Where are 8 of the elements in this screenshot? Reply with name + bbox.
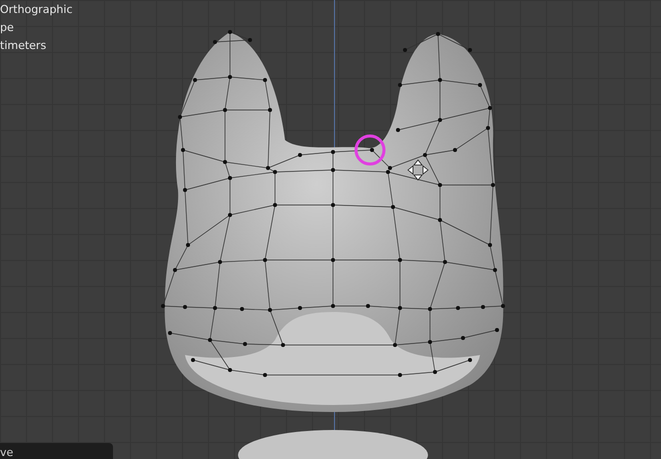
move-cursor-icon — [407, 159, 429, 181]
viewport-info-text: Orthographic — [0, 3, 72, 17]
viewport-info-text: timeters — [0, 39, 48, 53]
3d-viewport[interactable]: Orthographic pe timeters ve — [0, 0, 661, 459]
operator-panel[interactable]: ve — [0, 443, 113, 459]
viewport-info-text: pe — [0, 21, 15, 35]
operator-panel-title: ve — [0, 446, 14, 459]
brush-circle-icon — [354, 134, 386, 166]
